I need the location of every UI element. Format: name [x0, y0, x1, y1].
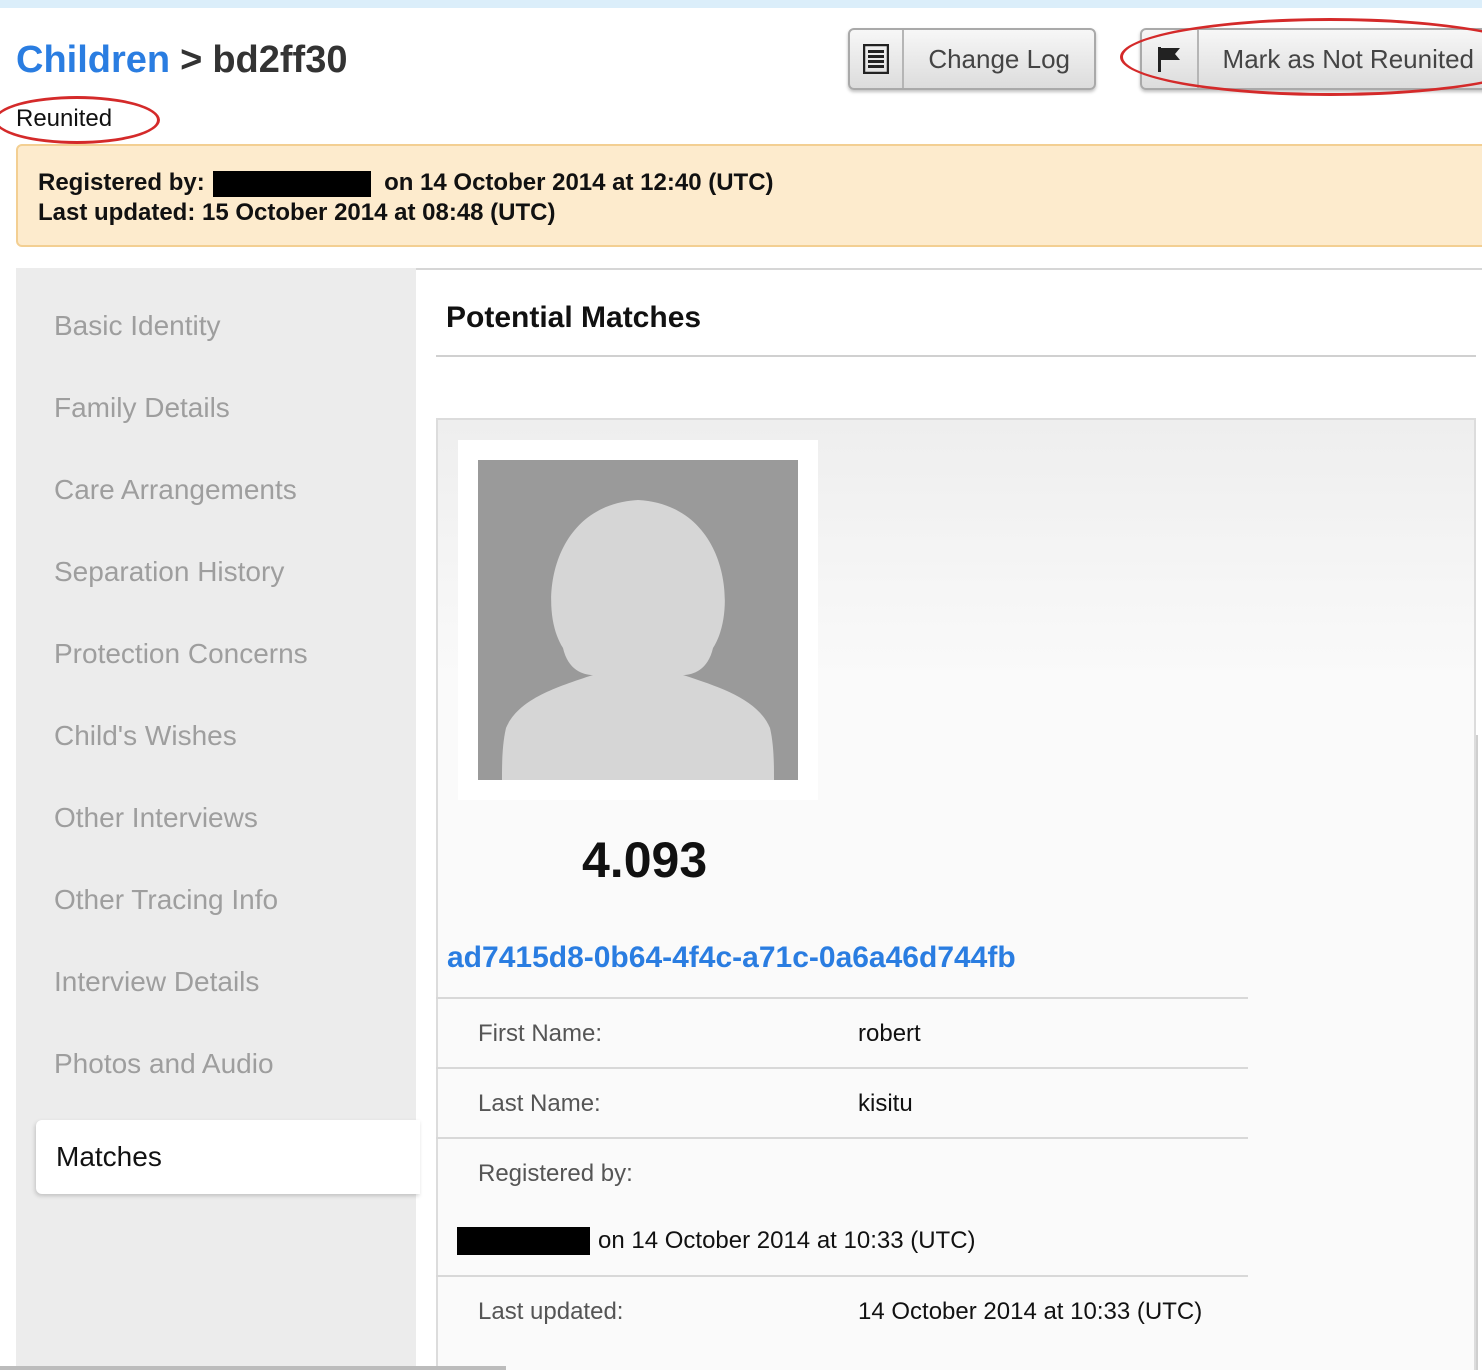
record-id-title: bd2ff30: [212, 39, 348, 81]
sidebar-item-photos-and-audio[interactable]: Photos and Audio: [54, 1047, 274, 1081]
change-log-button[interactable]: Change Log: [848, 28, 1096, 90]
last-name-value: kisitu: [858, 1090, 913, 1117]
change-log-label: Change Log: [928, 43, 1070, 74]
match-registered-by-label: Registered by:: [478, 1160, 633, 1187]
top-strip: [0, 0, 1482, 8]
match-last-updated-label: Last updated:: [478, 1298, 624, 1325]
content-top-divider: [416, 268, 1482, 270]
status-label: Reunited: [16, 105, 113, 132]
panel-right-border: [1476, 735, 1478, 1370]
sidebar-item-matches[interactable]: Matches: [36, 1120, 420, 1194]
avatar-placeholder-icon: [478, 460, 798, 780]
mark-not-reunited-label: Mark as Not Reunited: [1222, 43, 1474, 74]
breadcrumb: Children > bd2ff30: [16, 38, 347, 82]
redacted-match-registrar: [457, 1227, 590, 1255]
document-list-icon: [850, 30, 905, 88]
last-updated-value: 15 October 2014 at 08:48 (UTC): [202, 199, 556, 226]
match-id-link[interactable]: ad7415d8-0b64-4f4c-a71c-0a6a46d744fb: [447, 940, 1016, 976]
match-registered-on-text: on 14 October 2014 at 10:33 (UTC): [598, 1227, 976, 1254]
sidebar-item-childs-wishes[interactable]: Child's Wishes: [54, 719, 237, 753]
sidebar-item-matches-label: Matches: [56, 1141, 162, 1172]
row-divider: [436, 1137, 1248, 1139]
sidebar-item-protection-concerns[interactable]: Protection Concerns: [54, 637, 308, 671]
registered-by-label: Registered by:: [38, 169, 205, 196]
row-divider: [436, 1067, 1248, 1069]
match-photo-frame: [458, 440, 818, 800]
mark-not-reunited-button[interactable]: Mark as Not Reunited: [1140, 28, 1482, 90]
section-divider: [436, 355, 1476, 357]
breadcrumb-children-link[interactable]: Children: [16, 39, 170, 81]
sidebar-item-care-arrangements[interactable]: Care Arrangements: [54, 473, 297, 507]
section-title: Potential Matches: [446, 301, 702, 334]
sidebar-item-family-details[interactable]: Family Details: [54, 391, 230, 425]
first-name-label: First Name:: [478, 1020, 603, 1047]
sidebar-item-basic-identity[interactable]: Basic Identity: [54, 309, 221, 343]
match-last-updated-value: 14 October 2014 at 10:33 (UTC): [858, 1298, 1203, 1325]
breadcrumb-separator: >: [180, 39, 203, 81]
row-divider: [436, 1275, 1248, 1277]
last-updated-line: Last updated: 15 October 2014 at 08:48 (…: [38, 198, 1482, 228]
record-info-bar: Registered by: on 14 October 2014 at 12:…: [16, 144, 1482, 247]
flag-icon: [1142, 30, 1199, 88]
row-divider: [436, 997, 1248, 999]
sidebar-item-other-tracing-info[interactable]: Other Tracing Info: [54, 883, 278, 917]
registered-by-line: Registered by: on 14 October 2014 at 12:…: [38, 168, 1482, 198]
bottom-divider: [0, 1366, 506, 1370]
first-name-value: robert: [858, 1020, 921, 1047]
redacted-registrar: [213, 170, 372, 197]
match-score: 4.093: [582, 832, 708, 888]
sidebar-item-separation-history[interactable]: Separation History: [54, 555, 284, 589]
sidebar-item-other-interviews[interactable]: Other Interviews: [54, 801, 258, 835]
last-updated-label: Last updated:: [38, 199, 196, 226]
last-name-label: Last Name:: [478, 1090, 601, 1117]
sidebar: Basic Identity Family Details Care Arran…: [16, 268, 420, 1370]
match-registered-by-line: on 14 October 2014 at 10:33 (UTC): [457, 1226, 976, 1256]
sidebar-item-interview-details[interactable]: Interview Details: [54, 965, 259, 999]
registered-on-text: on 14 October 2014 at 12:40 (UTC): [384, 169, 774, 196]
